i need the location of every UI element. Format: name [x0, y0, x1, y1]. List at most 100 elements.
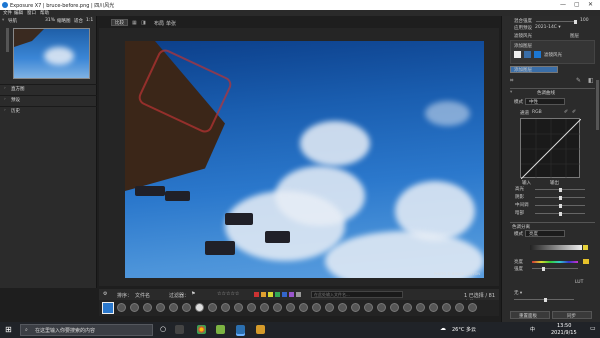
split-tone-header[interactable]: 色调分离 [510, 222, 595, 230]
left-scrollbar[interactable] [6, 28, 9, 52]
color-label-swatch[interactable] [268, 292, 273, 297]
color-label-swatch[interactable] [282, 292, 287, 297]
lut-value[interactable]: 无 ▾ [514, 290, 522, 296]
curve-mode-select[interactable]: 中性 [525, 98, 565, 105]
preset-thumbnail[interactable] [195, 303, 204, 312]
preset-value[interactable]: 2021-14C ▾ [535, 25, 561, 30]
settings-gear-icon[interactable]: ⚙ [103, 291, 107, 297]
curve-slider[interactable] [535, 195, 585, 200]
sort-value[interactable]: 文件名 [135, 292, 150, 299]
ime-indicator[interactable]: 中 [530, 326, 535, 333]
view-mode-icon[interactable]: ◨ [141, 20, 146, 26]
highlight-swatch[interactable] [583, 245, 588, 250]
section-histogram[interactable]: › 直方图 [0, 84, 97, 92]
color-label-swatch[interactable] [296, 292, 301, 297]
preset-thumbnail[interactable] [286, 303, 295, 312]
reset-panel-button[interactable]: 重置面板 [510, 311, 550, 319]
camtasia-icon[interactable] [216, 325, 225, 334]
channel-value[interactable]: RGB [532, 110, 542, 115]
close-button[interactable]: ✕ [588, 1, 593, 8]
preset-thumbnail[interactable] [143, 303, 152, 312]
split-mode-select[interactable]: 亮度 [525, 230, 565, 237]
luma-gradient[interactable] [530, 245, 582, 250]
eraser-icon[interactable]: ◧ [588, 77, 594, 84]
layer-mode[interactable]: 图层 [570, 33, 579, 39]
layer-name[interactable]: 滤镜风光 [544, 52, 562, 58]
clock-time[interactable]: 13:50 [557, 323, 571, 329]
preset-thumbnail[interactable] [169, 303, 178, 312]
maximize-button[interactable]: ▢ [574, 1, 580, 8]
section-history[interactable]: › 历史 [0, 106, 97, 114]
preset-thumbnail[interactable] [442, 303, 451, 312]
compare-tab[interactable]: 比较 [111, 19, 128, 26]
navigator-header[interactable]: ▾ 导航 31% 缩略图 适合 1:1 [2, 18, 94, 25]
curve-slider[interactable] [535, 211, 585, 216]
filmstrip-thumbnail[interactable] [102, 302, 114, 314]
preset-thumbnail[interactable] [338, 303, 347, 312]
preset-thumbnail[interactable] [403, 303, 412, 312]
minimize-button[interactable]: — [560, 1, 566, 8]
layout-value[interactable]: 单张 [166, 20, 176, 27]
nav-mode[interactable]: 缩略图 [57, 18, 71, 24]
curve-panel-header[interactable]: 色调曲线 ▾ [510, 88, 595, 96]
hue-swatch[interactable] [583, 259, 589, 264]
color-label-swatch[interactable] [275, 292, 280, 297]
rating-stars[interactable]: ☆☆☆☆☆ [217, 291, 239, 297]
preset-thumbnail[interactable] [377, 303, 386, 312]
preset-thumbnail[interactable] [208, 303, 217, 312]
amount-slider[interactable] [532, 266, 578, 271]
preset-thumbnail[interactable] [234, 303, 243, 312]
windows-start-icon[interactable]: ⊞ [5, 325, 12, 334]
preset-thumbnail[interactable] [221, 303, 230, 312]
view-grid-icon[interactable]: ▦ [132, 20, 137, 26]
add-layer-select[interactable]: 添加图层 [510, 66, 558, 73]
preset-thumbnail[interactable] [468, 303, 477, 312]
preset-thumbnail[interactable] [273, 303, 282, 312]
preset-thumbnail[interactable] [416, 303, 425, 312]
preset-thumbnail[interactable] [117, 303, 126, 312]
lut-header[interactable]: LUT [575, 280, 583, 285]
task-view-icon[interactable]: ○ [160, 325, 166, 333]
eyedropper-icon[interactable]: ✐ [564, 109, 568, 115]
eyedropper-white-icon[interactable]: ✐ [572, 109, 576, 115]
preset-thumbnail[interactable] [455, 303, 464, 312]
weather-text[interactable]: 26°C 多云 [452, 326, 476, 333]
preset-thumbnail[interactable] [390, 303, 399, 312]
preset-thumbnail[interactable] [130, 303, 139, 312]
preset-thumbnail[interactable] [247, 303, 256, 312]
explorer-icon[interactable] [256, 325, 265, 334]
preset-thumbnail[interactable] [299, 303, 308, 312]
clock-date[interactable]: 2021/9/15 [551, 330, 577, 336]
crop-icon[interactable]: ⌗ [510, 77, 513, 85]
flag-icon[interactable]: ⚑ [191, 291, 195, 297]
preset-thumbnail[interactable] [182, 303, 191, 312]
color-label-swatch[interactable] [289, 292, 294, 297]
preset-thumbnail[interactable] [429, 303, 438, 312]
taskbar-search-input[interactable]: ⌕ 在这里输入你要搜索的内容 [20, 324, 153, 336]
curve-slider[interactable] [535, 203, 585, 208]
hue-slider[interactable] [532, 261, 578, 263]
main-photo[interactable]: PHOTO © BRUCE COTTON [125, 41, 484, 278]
preset-thumbnail[interactable] [260, 303, 269, 312]
add-layer-label[interactable]: 添加图层 [514, 43, 532, 49]
color-label-swatch[interactable] [254, 292, 259, 297]
tone-curve-graph[interactable] [520, 118, 581, 179]
lut-slider[interactable] [514, 297, 574, 302]
exposure-taskbar-icon[interactable] [236, 325, 245, 334]
taskview-icon[interactable] [175, 325, 184, 334]
layer-thumb[interactable] [514, 51, 521, 58]
nav-fit[interactable]: 适合 [74, 18, 83, 24]
blend-slider[interactable] [536, 19, 577, 24]
preset-thumbnail[interactable] [156, 303, 165, 312]
nav-scale[interactable]: 1:1 [86, 18, 93, 23]
weather-icon[interactable]: ☁ [440, 325, 446, 332]
layer-mask[interactable] [524, 51, 531, 58]
color-label-swatch[interactable] [261, 292, 266, 297]
preset-thumbnail[interactable] [325, 303, 334, 312]
chrome-icon[interactable] [197, 325, 206, 334]
navigator-thumbnail[interactable] [13, 28, 90, 79]
filename-search-input[interactable]: 在此处输入文件名... [311, 291, 403, 298]
preset-thumbnail[interactable] [312, 303, 321, 312]
preset-thumbnail[interactable] [364, 303, 373, 312]
right-scrollbar[interactable] [596, 80, 599, 130]
